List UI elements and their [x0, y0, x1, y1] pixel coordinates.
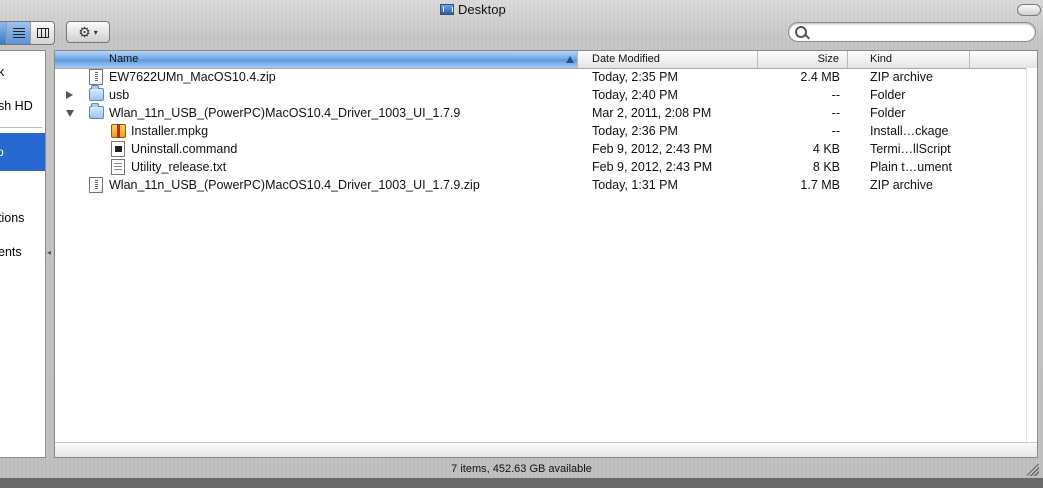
- table-row[interactable]: Uninstall.command Feb 9, 2012, 2:43 PM 4 K…: [55, 140, 1037, 158]
- sidebar-separator: [0, 127, 42, 128]
- file-size: 8 KB: [812, 160, 840, 174]
- terminal-script-icon: [111, 141, 125, 157]
- list-view-button[interactable]: [6, 22, 30, 44]
- column-header-spacer: [970, 51, 1030, 68]
- column-header-name-label: Name: [109, 53, 139, 65]
- file-date-modified: Mar 2, 2011, 2:08 PM: [592, 106, 712, 120]
- table-row[interactable]: Wlan_11n_USB_(PowerPC)MacOS10.4_Driver_1…: [55, 176, 1037, 194]
- file-kind: Folder: [870, 106, 906, 120]
- file-date-modified: Today, 2:40 PM: [592, 88, 678, 102]
- search-icon: [795, 26, 807, 38]
- file-date-modified: Today, 2:36 PM: [592, 124, 678, 138]
- status-text: 7 items, 452.63 GB available: [451, 463, 592, 475]
- window-title: Desktop: [440, 1, 506, 17]
- disclosure-triangle-collapsed-icon[interactable]: [66, 91, 73, 99]
- toolbar-toggle-button[interactable]: [1017, 4, 1041, 16]
- folder-icon: [89, 103, 104, 119]
- action-menu-button[interactable]: ⚙ ▾: [66, 21, 110, 43]
- file-kind: Install…ckage: [870, 124, 949, 138]
- chevron-down-icon: ▾: [93, 27, 98, 37]
- title-bar[interactable]: Desktop: [0, 0, 1043, 18]
- file-list: Name Date Modified Size Kind EW7622UMn_M…: [54, 50, 1038, 458]
- desktop-folder-icon: [440, 3, 454, 15]
- column-header-size[interactable]: Size: [758, 51, 848, 68]
- file-name: Installer.mpkg: [131, 124, 209, 138]
- file-name: Utility_release.txt: [131, 160, 227, 174]
- zip-doc-icon: [89, 69, 103, 85]
- file-date-modified: Feb 9, 2012, 2:43 PM: [592, 160, 713, 174]
- window-title-text: Desktop: [458, 1, 506, 17]
- sidebar-item-desktop[interactable]: p: [0, 133, 45, 171]
- file-kind: ZIP archive: [870, 70, 933, 84]
- file-name: Wlan_11n_USB_(PowerPC)MacOS10.4_Driver_1…: [109, 178, 480, 192]
- column-header-name[interactable]: Name: [55, 51, 578, 68]
- resize-grip-icon[interactable]: [1027, 464, 1039, 476]
- column-view-button[interactable]: [30, 22, 54, 44]
- file-kind: Termi…llScript: [870, 142, 951, 156]
- list-view-icon: [12, 28, 25, 38]
- vertical-scrollbar[interactable]: [1026, 68, 1037, 444]
- disclosure-triangle-expanded-icon[interactable]: [66, 110, 74, 117]
- file-name: usb: [109, 88, 130, 102]
- table-row[interactable]: EW7622UMn_MacOS10.4.zip Today, 2:35 PM 2.4…: [55, 68, 1037, 86]
- view-mode-control: [0, 21, 55, 45]
- file-size: 2.4 MB: [800, 70, 840, 84]
- column-header-size-label: Size: [817, 53, 839, 65]
- file-size: --: [831, 88, 840, 102]
- file-kind: ZIP archive: [870, 178, 933, 192]
- table-row[interactable]: Installer.mpkg Today, 2:36 PM -- Install…ck…: [55, 122, 1037, 140]
- file-kind: Plain t…ument: [870, 160, 952, 174]
- column-view-icon: [36, 28, 49, 38]
- sidebar-item-documents[interactable]: ents: [0, 245, 22, 259]
- sidebar-item-hard-disk[interactable]: sh HD: [0, 99, 33, 113]
- file-size: 4 KB: [812, 142, 840, 156]
- sidebar-item-computer[interactable]: k: [0, 65, 4, 79]
- table-row[interactable]: Utility_release.txt Feb 9, 2012, 2:43 PM 8…: [55, 158, 1037, 176]
- column-header-kind-label: Kind: [870, 53, 893, 65]
- zip-doc-icon: [89, 177, 103, 193]
- sidebar-item-applications[interactable]: tions: [0, 211, 24, 225]
- file-date-modified: Feb 9, 2012, 2:43 PM: [592, 142, 713, 156]
- sidebar: k sh HD p tions ents: [0, 50, 46, 458]
- gear-icon: ⚙: [78, 23, 91, 40]
- column-header-date-label: Date Modified: [592, 53, 660, 65]
- search-input[interactable]: [811, 24, 1030, 42]
- desktop-background: [0, 478, 1043, 488]
- table-row[interactable]: usb Today, 2:40 PM -- Folder: [55, 85, 1037, 104]
- sidebar-splitter-handle[interactable]: ◂: [47, 249, 52, 257]
- horizontal-scrollbar[interactable]: [55, 442, 1037, 457]
- file-name: Wlan_11n_USB_(PowerPC)MacOS10.4_Driver_1…: [109, 106, 461, 120]
- column-header-kind[interactable]: Kind: [848, 51, 970, 68]
- text-document-icon: [111, 159, 125, 175]
- table-row[interactable]: Wlan_11n_USB_(PowerPC)MacOS10.4_Driver_1…: [55, 103, 1037, 122]
- file-size: 1.7 MB: [800, 178, 840, 192]
- package-icon: [111, 124, 126, 138]
- finder-window: Desktop ⚙ ▾ k sh HD p tions ents ◂ Name: [0, 0, 1043, 488]
- file-name: EW7622UMn_MacOS10.4.zip: [109, 70, 276, 84]
- status-bar: 7 items, 452.63 GB available: [0, 461, 1043, 478]
- column-header-date[interactable]: Date Modified: [578, 51, 758, 68]
- search-field[interactable]: [788, 22, 1036, 42]
- file-date-modified: Today, 1:31 PM: [592, 178, 678, 192]
- file-date-modified: Today, 2:35 PM: [592, 70, 678, 84]
- file-kind: Folder: [870, 88, 906, 102]
- file-name: Uninstall.command: [131, 142, 238, 156]
- file-size: --: [831, 124, 840, 138]
- folder-icon: [89, 85, 104, 101]
- file-size: --: [831, 106, 840, 120]
- column-header-row: Name Date Modified Size Kind: [55, 51, 1037, 69]
- sort-ascending-icon: [566, 56, 574, 63]
- sidebar-item-label: p: [0, 145, 4, 159]
